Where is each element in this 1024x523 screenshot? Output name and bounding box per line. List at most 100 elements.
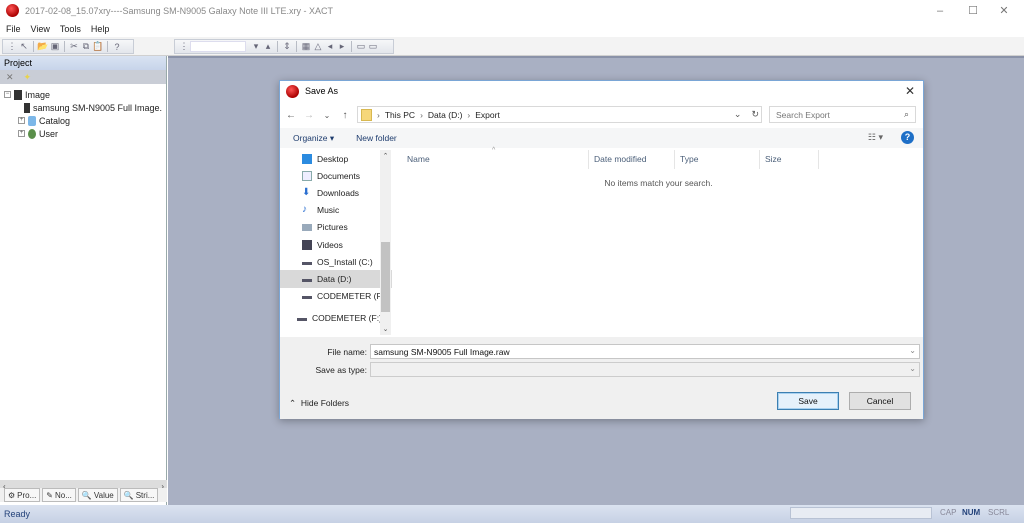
nav-item-codemeter-1[interactable]: CODEMETER (F:)	[280, 288, 392, 305]
organize-button[interactable]: Organize ▾	[293, 133, 334, 144]
tab-properties[interactable]: ⚙ Pro...	[4, 488, 41, 502]
cut-icon[interactable]: ✂	[68, 41, 80, 52]
nav-label: Pictures	[317, 222, 348, 233]
prev-icon[interactable]: ◂	[324, 41, 336, 52]
copy-icon[interactable]: ⧉	[80, 41, 92, 52]
next-icon[interactable]: ▸	[336, 41, 348, 52]
tree-item-user[interactable]: + User	[4, 127, 162, 140]
nav-item-desktop[interactable]: Desktop	[280, 150, 392, 167]
maximize-button[interactable]: ☐	[957, 0, 989, 21]
scroll-down-icon[interactable]: ⌄	[380, 325, 391, 333]
down-arrow-icon[interactable]: ▾	[250, 41, 262, 52]
search-input[interactable]: Search Export ⌕	[769, 106, 916, 123]
nav-item-os-install[interactable]: OS_Install (C:)	[280, 253, 392, 270]
tab-label: Value	[93, 490, 114, 500]
tab-strings[interactable]: 🔍 Stri...	[119, 488, 159, 502]
properties-icon: ⚙	[8, 490, 16, 500]
status-field	[790, 507, 932, 519]
cancel-button[interactable]: Cancel	[849, 392, 911, 410]
tree-item-catalog[interactable]: + Catalog	[4, 114, 162, 127]
menu-tools[interactable]: Tools	[60, 24, 81, 34]
nav-item-pictures[interactable]: Pictures	[280, 219, 392, 236]
nav-label: Desktop	[317, 153, 349, 164]
nav-label: CODEMETER (F:)	[312, 313, 382, 324]
nav-item-codemeter-2[interactable]: CODEMETER (F:)	[280, 310, 392, 327]
toolbar-combo[interactable]	[190, 41, 246, 52]
chevron-down-icon[interactable]: ⌄	[909, 364, 916, 373]
nav-scrollbar[interactable]: ⌃ ⌄	[380, 150, 391, 335]
help-icon[interactable]: ?	[111, 42, 123, 52]
open-folder-icon[interactable]: 📂	[37, 41, 49, 52]
nav-item-downloads[interactable]: ⬇ Downloads	[280, 184, 392, 201]
minimize-button[interactable]: –	[924, 0, 956, 21]
nav-item-videos[interactable]: Videos	[280, 236, 392, 253]
tab-label: Stri...	[135, 490, 155, 500]
menu-view[interactable]: View	[31, 24, 50, 34]
expand-icon[interactable]: ⇕	[281, 41, 293, 52]
new-folder-button[interactable]: New folder	[356, 133, 397, 143]
breadcrumb-this-pc[interactable]: This PC	[385, 110, 415, 120]
menu-help[interactable]: Help	[91, 24, 110, 34]
forward-icon[interactable]: →	[302, 110, 316, 121]
breadcrumb-data-d[interactable]: Data (D:)	[428, 110, 462, 120]
expand-icon[interactable]: +	[18, 130, 25, 137]
save-button[interactable]: Save	[777, 392, 839, 410]
nav-item-music[interactable]: ♪ Music	[280, 202, 392, 219]
address-dropdown-icon[interactable]: ⌄	[734, 109, 742, 120]
up-arrow-icon[interactable]: ▴	[262, 41, 274, 52]
dialog-close-button[interactable]: ✕	[905, 84, 915, 98]
breadcrumb-export[interactable]: Export	[475, 110, 500, 120]
refresh-icon[interactable]: ↻	[751, 109, 759, 120]
close-button[interactable]: ✕	[988, 0, 1020, 21]
tab-value[interactable]: 🔍 Value	[77, 488, 118, 502]
tab-label: No...	[55, 490, 72, 500]
search-icon: 🔍	[81, 490, 92, 500]
nav-label: Documents	[317, 170, 360, 181]
nav-item-documents[interactable]: Documents	[280, 167, 392, 184]
column-size[interactable]: Size	[765, 154, 782, 164]
grid-icon[interactable]: ▦	[300, 41, 312, 52]
tree-label: User	[39, 128, 59, 139]
triangle-icon[interactable]: △	[312, 41, 324, 52]
save-icon[interactable]: ▣	[49, 41, 61, 52]
column-headers: Name ^ Date modified Type Size	[394, 147, 923, 169]
scroll-thumb[interactable]	[381, 242, 390, 312]
recent-dropdown-icon[interactable]: ⌄	[320, 111, 334, 120]
open-arrow-icon[interactable]: ↖	[18, 41, 30, 52]
project-panel: Project ✕ ✦ − Image samsung SM-N9005 Ful…	[0, 56, 167, 505]
paste-icon[interactable]: 📋	[92, 41, 104, 52]
panel-title: Project	[0, 56, 166, 70]
close-icon[interactable]: ✕	[6, 72, 14, 83]
nav-label: OS_Install (C:)	[317, 256, 373, 267]
expand-icon[interactable]: +	[18, 117, 25, 124]
menu-file[interactable]: File	[6, 24, 21, 34]
drive-icon	[302, 259, 312, 265]
column-name[interactable]: Name	[407, 154, 430, 164]
column-type[interactable]: Type	[680, 154, 698, 164]
collapse-icon[interactable]: −	[4, 91, 11, 98]
save-type-select[interactable]: ⌄	[370, 362, 920, 377]
chevron-up-icon: ⌃	[289, 398, 297, 408]
nav-label: Data (D:)	[317, 273, 352, 284]
file-name-input[interactable]: samsung SM-N9005 Full Image.raw ⌄	[370, 344, 920, 359]
dialog-title-bar: Save As	[280, 81, 923, 101]
up-icon[interactable]: ↑	[338, 110, 352, 121]
chevron-down-icon[interactable]: ⌄	[909, 346, 916, 355]
nav-item-data-d[interactable]: Data (D:)	[280, 270, 392, 288]
tree-item-image[interactable]: − Image	[4, 88, 162, 101]
view2-icon[interactable]: ▭	[367, 41, 379, 52]
tab-notes[interactable]: ✎ No...	[42, 488, 76, 502]
view-options-icon[interactable]: ☷ ▾	[868, 132, 883, 143]
scroll-up-icon[interactable]: ⌃	[380, 152, 391, 160]
star-icon[interactable]: ✦	[24, 72, 32, 83]
view1-icon[interactable]: ▭	[355, 41, 367, 52]
app-icon	[6, 4, 19, 17]
column-date-modified[interactable]: Date modified	[594, 154, 646, 164]
drive-icon	[302, 276, 312, 282]
tree-item-image-file[interactable]: samsung SM-N9005 Full Image.	[4, 101, 162, 114]
help-icon[interactable]: ?	[901, 131, 914, 144]
hide-folders-button[interactable]: ⌃ Hide Folders	[289, 398, 349, 409]
user-icon	[28, 128, 36, 139]
back-icon[interactable]: ←	[284, 110, 298, 121]
address-bar[interactable]: › This PC › Data (D:) › Export ⌄ ↻	[357, 106, 762, 123]
